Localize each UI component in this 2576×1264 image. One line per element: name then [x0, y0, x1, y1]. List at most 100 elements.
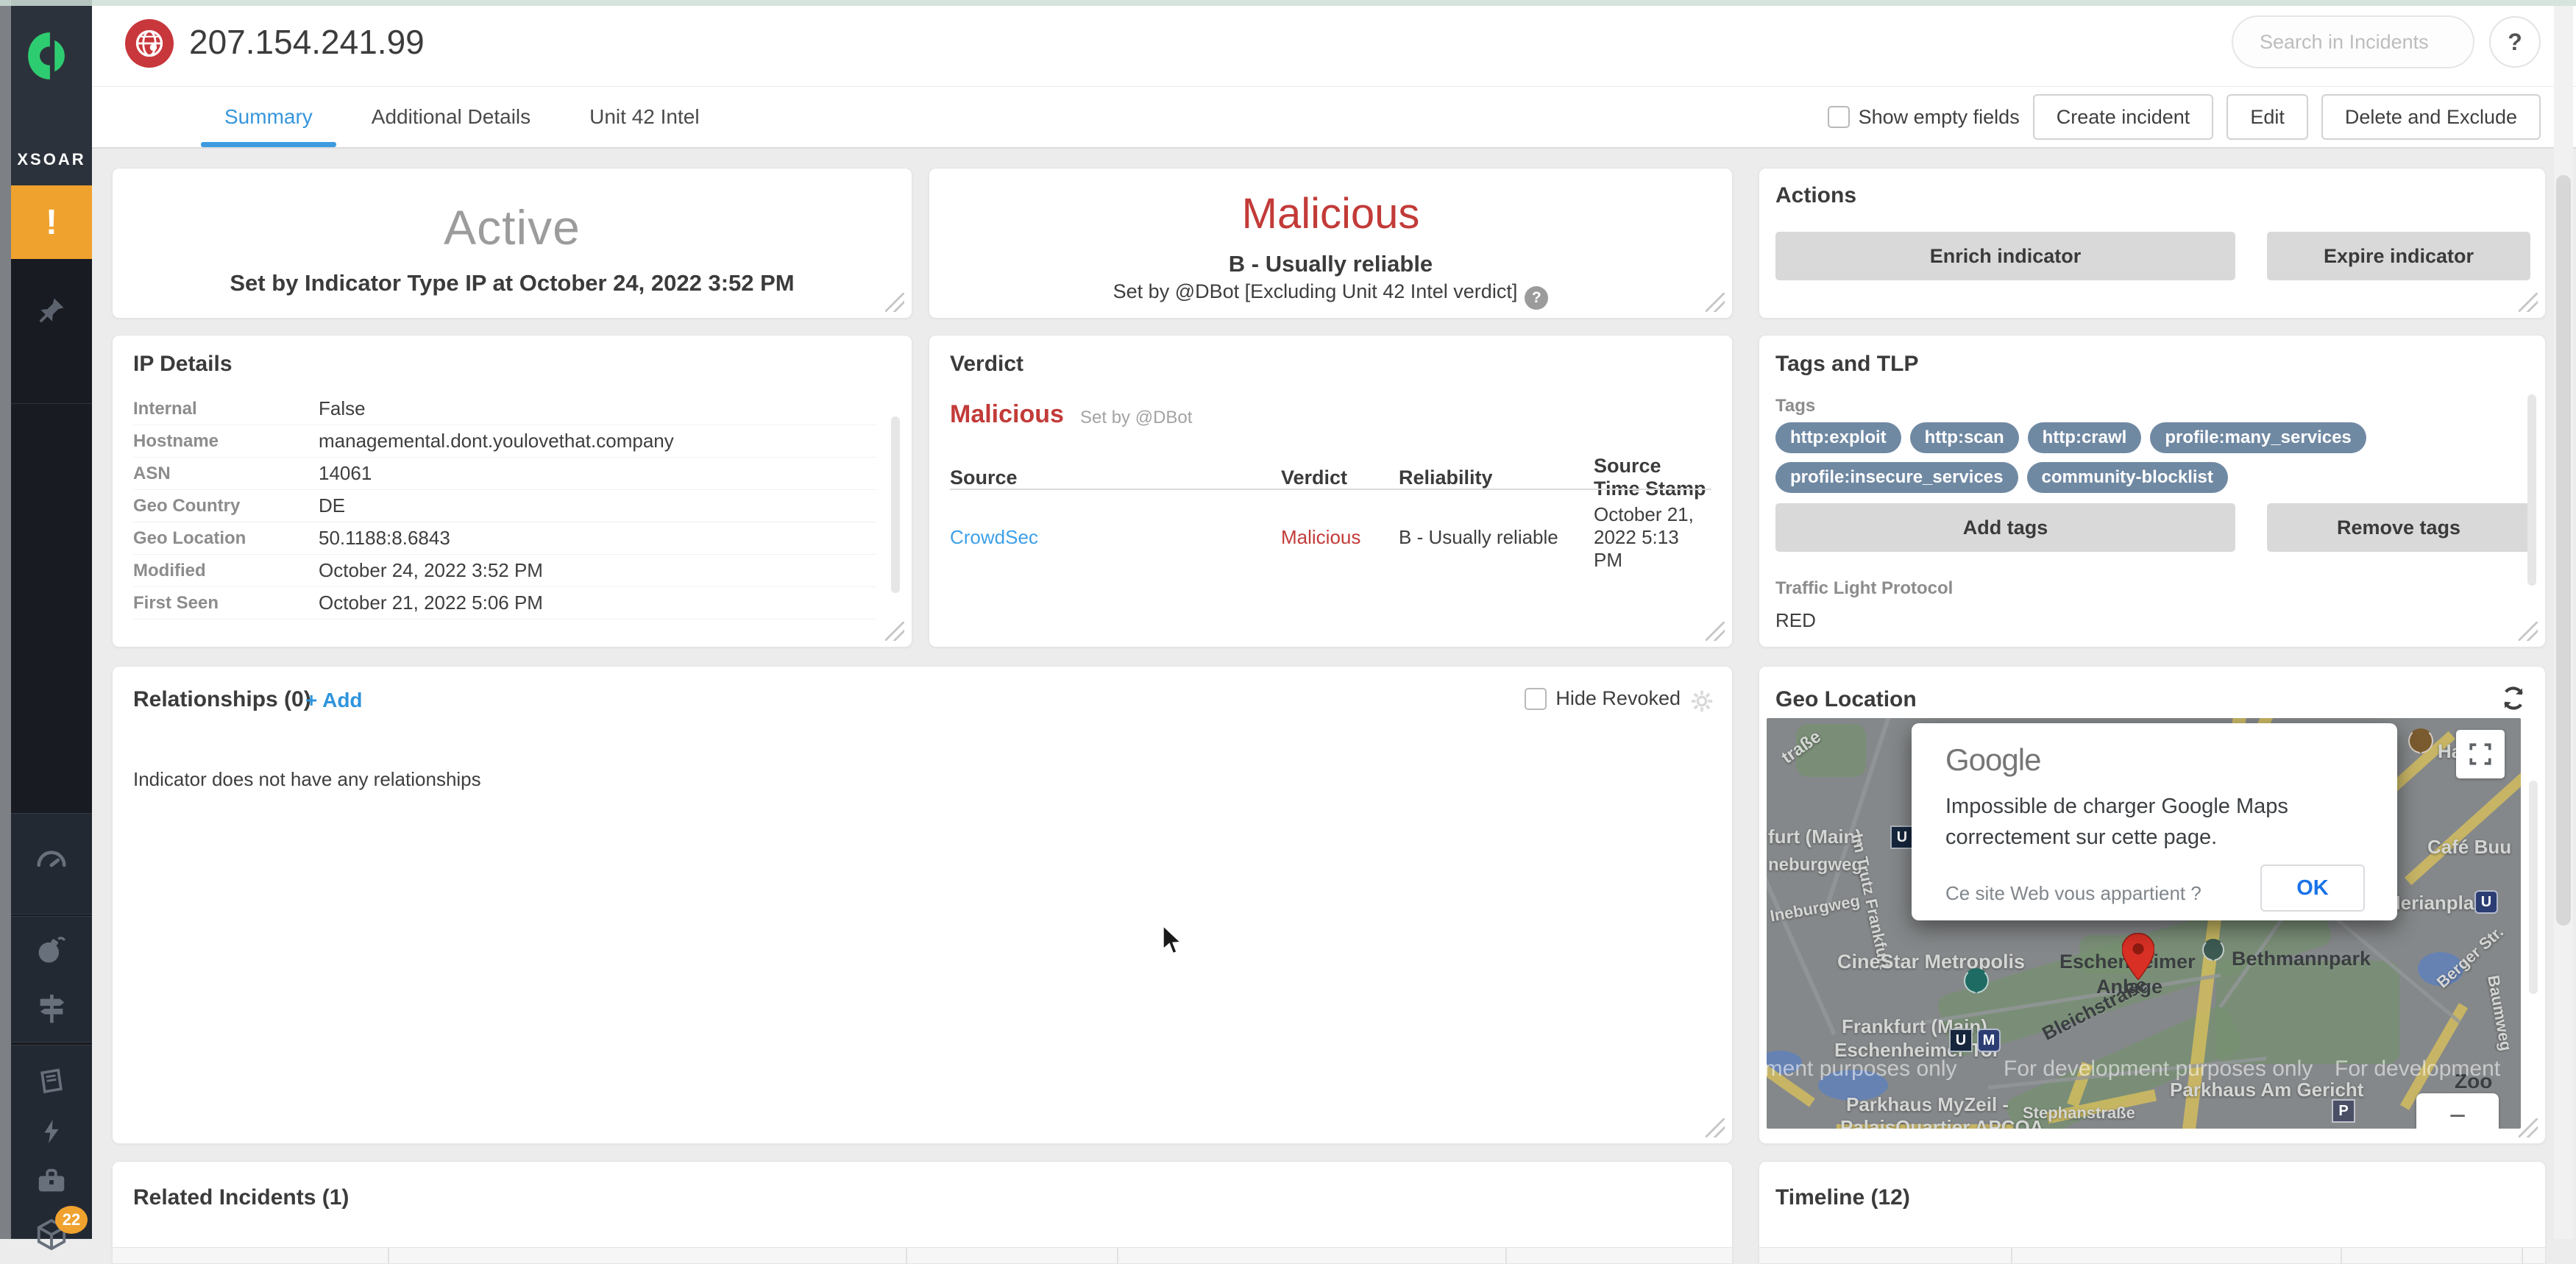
ip-detail-row: First SeenOctober 21, 2022 5:06 PM [133, 587, 876, 619]
page-title: 207.154.241.99 [189, 22, 425, 62]
question-mark-icon: ? [2508, 29, 2522, 56]
edit-button[interactable]: Edit [2226, 94, 2308, 140]
tag-pill[interactable]: profile:insecure_services [1775, 462, 2018, 493]
globe-icon [133, 27, 166, 60]
table-divider [950, 489, 1711, 490]
tab-unit-42-intel[interactable]: Unit 42 Intel [560, 87, 728, 147]
geo-location-title: Geo Location [1775, 687, 1917, 712]
ip-detail-label: First Seen [133, 593, 319, 614]
hide-revoked-checkbox[interactable] [1525, 688, 1547, 710]
sidebar-item-playbooks[interactable] [35, 1066, 68, 1098]
actions-title: Actions [1775, 183, 1856, 208]
tag-list: http:exploit http:scan http:crawl profile:m… [1775, 422, 2504, 493]
card-scrollbar[interactable] [2527, 394, 2536, 586]
relationships-title: Relationships (0) [133, 687, 311, 712]
tag-pill[interactable]: http:exploit [1775, 422, 1901, 453]
xsoar-logo-icon [26, 31, 77, 81]
timeline-table-header [1759, 1247, 2545, 1263]
relationships-card: Relationships (0) + Add Hide Revoked Ind… [112, 666, 1733, 1144]
add-tags-button[interactable]: Add tags [1775, 503, 2235, 552]
ip-detail-value: October 24, 2022 3:52 PM [319, 559, 876, 582]
tag-pill[interactable]: profile:many_services [2150, 422, 2366, 453]
pushpin-icon [35, 294, 68, 327]
sidebar-group-dashboards [11, 813, 92, 915]
actions-card: Actions Enrich indicator Expire indicato… [1759, 168, 2546, 319]
hide-revoked-label: Hide Revoked [1555, 687, 1681, 710]
dialog-message: Impossible de charger Google Maps correc… [1945, 791, 2369, 853]
ip-detail-value: 14061 [319, 462, 876, 485]
status-card: Active Set by Indicator Type IP at Octob… [112, 168, 912, 319]
sidebar-item-pinned[interactable] [11, 294, 92, 327]
resize-handle[interactable] [1706, 293, 1725, 312]
timeline-title: Timeline (12) [1775, 1185, 1910, 1210]
ip-detail-row: Geo Location50.1188:8.6843 [133, 522, 876, 555]
restaurant-poi-icon[interactable] [2408, 728, 2433, 753]
create-incident-button[interactable]: Create incident [2033, 94, 2214, 140]
ip-detail-label: Internal [133, 399, 319, 419]
gear-icon[interactable] [1689, 689, 1714, 714]
resize-handle[interactable] [2519, 1118, 2538, 1137]
map-fullscreen-button[interactable] [2456, 730, 2505, 778]
search-input[interactable] [2232, 15, 2474, 68]
expire-indicator-button[interactable]: Expire indicator [2267, 232, 2530, 280]
dialog-ok-button[interactable]: OK [2260, 864, 2365, 912]
ip-detail-row: Geo CountryDE [133, 490, 876, 522]
resize-handle[interactable] [2519, 622, 2538, 641]
resize-handle[interactable] [1706, 1118, 1725, 1137]
relationships-empty-text: Indicator does not have any relationship… [133, 768, 481, 791]
sidebar-item-threat-intel[interactable] [35, 933, 68, 967]
ip-details-card: IP Details InternalFalseHostnamemanageme… [112, 335, 912, 647]
geo-location-card: Geo Location [1759, 666, 2546, 1144]
card-scrollbar[interactable] [891, 416, 900, 593]
ip-detail-label: Geo Location [133, 528, 319, 549]
sidebar-group-threat-intel [11, 916, 92, 1043]
tab-summary[interactable]: Summary [195, 87, 342, 147]
verdict-table-row: CrowdSecMaliciousB - Usually reliableOct… [950, 503, 1711, 572]
sidebar-item-incidents[interactable]: ! [11, 185, 92, 259]
source-link[interactable]: CrowdSec [950, 526, 1281, 549]
tag-pill[interactable]: http:scan [1910, 422, 2019, 453]
enrich-indicator-button[interactable]: Enrich indicator [1775, 232, 2235, 280]
sidebar-item-dashboard[interactable] [35, 847, 68, 881]
window-top-edge [0, 0, 2576, 6]
transit-badge-u: U [1949, 1029, 1973, 1052]
resize-handle[interactable] [885, 622, 904, 641]
cinema-poi-icon[interactable] [1964, 968, 1989, 993]
resize-handle[interactable] [885, 293, 904, 312]
refresh-icon[interactable] [2499, 684, 2527, 712]
verdict-title: Verdict [950, 352, 1023, 377]
map-zoom-out-button[interactable]: − [2416, 1093, 2499, 1129]
ip-detail-value: 50.1188:8.6843 [319, 527, 876, 550]
ip-detail-label: Geo Country [133, 496, 319, 516]
tag-pill[interactable]: http:crawl [2028, 422, 2142, 453]
sidebar-item-marketplace[interactable]: 22 [35, 1218, 68, 1251]
tab-additional-details[interactable]: Additional Details [342, 87, 560, 147]
resize-handle[interactable] [2519, 293, 2538, 312]
google-map[interactable]: traßefurt (Main)neburgwegIneburgwegIm Tr… [1767, 718, 2521, 1129]
show-empty-fields-control: Show empty fields [1828, 106, 2020, 129]
resize-handle[interactable] [1706, 622, 1725, 641]
add-relationship-link[interactable]: + Add [305, 689, 363, 712]
help-button[interactable]: ? [2489, 16, 2541, 68]
delete-and-exclude-button[interactable]: Delete and Exclude [2321, 94, 2541, 140]
card-scrollbar[interactable] [2529, 781, 2538, 994]
tags-label: Tags [1775, 396, 1815, 416]
tag-pill[interactable]: community-blocklist [2027, 462, 2228, 493]
ip-detail-row: ASN14061 [133, 458, 876, 490]
reliability-cell: B - Usually reliable [1399, 526, 1594, 549]
sidebar-item-indicators[interactable] [35, 992, 68, 1026]
ip-detail-value: DE [319, 494, 876, 517]
verdict-cell: Malicious [1281, 526, 1399, 549]
park-poi-icon[interactable] [2202, 939, 2224, 961]
show-empty-fields-checkbox[interactable] [1828, 106, 1850, 128]
transit-badge-m: M [1977, 1029, 2001, 1052]
help-icon[interactable]: ? [1525, 286, 1548, 310]
remove-tags-button[interactable]: Remove tags [2267, 503, 2530, 552]
sidebar-item-automation[interactable] [35, 1118, 68, 1146]
sidebar-item-jobs[interactable] [35, 1165, 68, 1199]
ip-detail-row: InternalFalse [133, 393, 876, 425]
page-scrollbar-thumb[interactable] [2556, 175, 2571, 926]
status-value: Active [113, 199, 912, 255]
timeline-card: Timeline (12) [1759, 1161, 2546, 1264]
page-scrollbar[interactable] [2554, 6, 2573, 1239]
